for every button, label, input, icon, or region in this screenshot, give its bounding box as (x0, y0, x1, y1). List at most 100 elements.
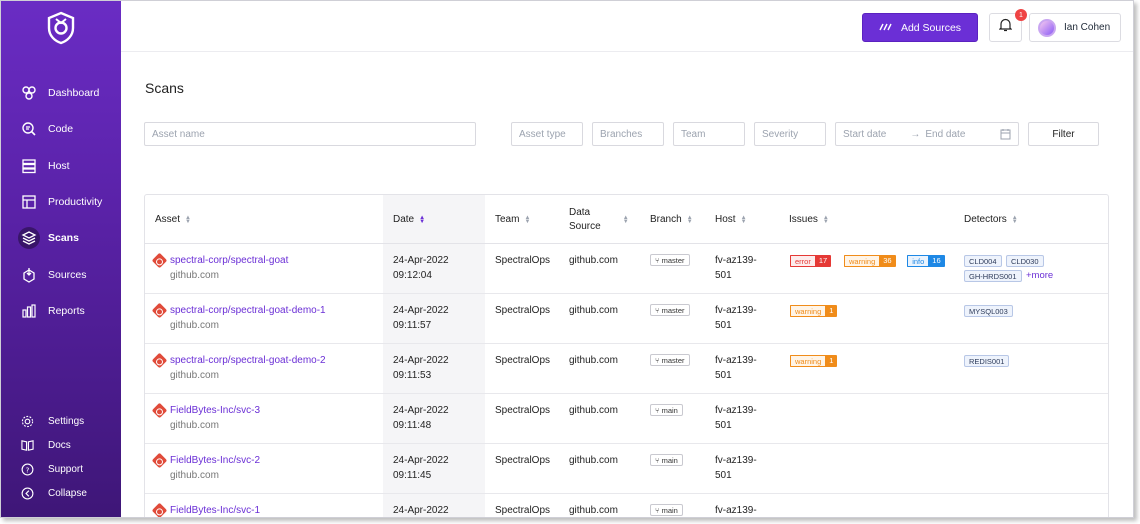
scan-date: 24-Apr-2022 (393, 405, 449, 416)
avatar (1038, 18, 1056, 37)
asset-source: github.com (170, 370, 219, 381)
detector-tag[interactable]: GH-HRDS001 (964, 270, 1022, 282)
detector-tag[interactable]: CLD004 (964, 255, 1002, 267)
sidebar-item-scans[interactable]: Scans (1, 220, 121, 256)
issue-count: 1 (825, 305, 838, 317)
asset-link[interactable]: FieldBytes-Inc/svc-1 (151, 502, 261, 517)
issue-count: 1 (825, 355, 838, 367)
issue-badge-info[interactable]: info 16 (907, 255, 945, 267)
header-host[interactable]: Host ▲ ▼ (715, 195, 747, 244)
branch-tag: ⑂ master (650, 354, 690, 366)
end-date-placeholder: End date (925, 128, 966, 140)
asset-name-input[interactable]: Asset name (144, 122, 476, 146)
header-detectors[interactable]: Detectors ▲ ▼ (964, 195, 1018, 244)
page-title: Scans (145, 80, 184, 96)
sidebar-item-reports[interactable]: Reports (1, 293, 121, 329)
detector-tag[interactable]: CLD030 (1006, 255, 1044, 267)
sidebar-bottom-nav: Settings Docs ? Support Collapse (1, 409, 121, 505)
asset-link[interactable]: FieldBytes-Inc/svc-2 (151, 452, 260, 469)
logo-icon[interactable] (45, 11, 77, 45)
gear-icon (20, 414, 34, 428)
branch-name: main (661, 456, 678, 465)
header-data-source[interactable]: Data Source ▲ ▼ (569, 195, 629, 244)
filter-button[interactable]: Filter (1028, 122, 1099, 146)
issue-badge-warning[interactable]: warning 1 (790, 355, 838, 367)
user-menu[interactable]: Ian Cohen (1029, 13, 1121, 42)
sources-icon (20, 266, 38, 284)
asset-source: github.com (170, 270, 219, 281)
table-row[interactable]: spectral-corp/spectral-goat-demo-1 github… (145, 294, 1108, 344)
add-sources-label: Add Sources (900, 21, 962, 34)
more-detectors-link[interactable]: +more (1026, 270, 1053, 281)
book-icon (20, 438, 34, 452)
issue-badge-warning[interactable]: warning 1 (790, 305, 838, 317)
header-host-label: Host (715, 213, 736, 225)
header-asset-label: Asset (155, 213, 181, 225)
data-source: github.com (569, 505, 618, 516)
severity-select[interactable]: Severity (754, 122, 826, 146)
issue-badge-warning[interactable]: warning 36 (844, 255, 896, 267)
start-date-placeholder: Start date (843, 128, 887, 140)
host-suffix: 501 (715, 320, 732, 331)
sidebar-item-settings[interactable]: Settings (1, 409, 121, 433)
sidebar-item-sources[interactable]: Sources (1, 256, 121, 292)
sidebar-item-label: Support (48, 463, 84, 475)
sidebar-item-support[interactable]: ? Support (1, 457, 121, 481)
asset-link[interactable]: FieldBytes-Inc/svc-3 (151, 402, 261, 419)
sidebar-item-docs[interactable]: Docs (1, 433, 121, 457)
date-range-picker[interactable]: Start date → End date (835, 122, 1019, 146)
branch-name: main (661, 406, 678, 415)
table-row[interactable]: FieldBytes-Inc/svc-2 github.com 24-Apr-202… (145, 444, 1108, 494)
add-sources-button[interactable]: Add Sources (862, 13, 978, 42)
header-date-label: Date (393, 213, 415, 225)
sidebar-item-collapse[interactable]: Collapse (1, 481, 121, 505)
header-issues[interactable]: Issues ▲ ▼ (789, 195, 829, 244)
header-date[interactable]: Date ▲ ▼ (393, 195, 425, 244)
branches-select[interactable]: Branches (592, 122, 664, 146)
collapse-icon (20, 486, 34, 500)
host-name: fv-az139- (715, 505, 757, 516)
sort-icon: ▲ ▼ (419, 214, 426, 225)
issue-label: error (790, 255, 815, 267)
help-icon: ? (20, 462, 34, 476)
asset-link[interactable]: spectral-corp/spectral-goat-demo-1 (151, 302, 326, 319)
arrow-right-icon: → (910, 128, 921, 140)
host-name: fv-az139- (715, 455, 757, 466)
header-branch[interactable]: Branch ▲ ▼ (650, 195, 693, 244)
asset-type-select[interactable]: Asset type (511, 122, 583, 146)
code-icon (20, 120, 38, 138)
sidebar-item-productivity[interactable]: Productivity (1, 184, 121, 220)
header-asset[interactable]: Asset ▲ ▼ (155, 195, 191, 244)
table-row[interactable]: FieldBytes-Inc/svc-3 github.com 24-Apr-202… (145, 394, 1108, 444)
header-data-source-line1: Data (569, 206, 591, 218)
notifications-button[interactable]: 1 (989, 9, 1027, 42)
calendar-icon (1000, 128, 1011, 143)
detector-tag[interactable]: MYSQL003 (964, 305, 1013, 317)
reports-icon (20, 302, 38, 320)
asset-link[interactable]: spectral-corp/spectral-goat-demo-2 (151, 352, 326, 369)
table-row[interactable]: spectral-corp/spectral-goat github.com 24-… (145, 244, 1108, 294)
asset-name: FieldBytes-Inc/svc-3 (170, 405, 261, 416)
branch-icon: ⑂ (655, 456, 662, 465)
scan-time: 09:11:45 (393, 470, 432, 481)
issue-count: 36 (879, 255, 896, 267)
team-name: SpectralOps (495, 405, 551, 416)
branch-icon: ⑂ (655, 306, 662, 315)
team-name: SpectralOps (495, 305, 551, 316)
detector-tag[interactable]: REDIS001 (964, 355, 1010, 367)
host-name: fv-az139- (715, 405, 757, 416)
sidebar-item-host[interactable]: Host (1, 148, 121, 184)
issue-badge-error[interactable]: error 17 (790, 255, 832, 267)
table-row[interactable]: FieldBytes-Inc/svc-1 24-Apr-2022 SpectralO… (145, 494, 1108, 517)
team-select[interactable]: Team (673, 122, 745, 146)
sidebar-item-dashboard[interactable]: Dashboard (1, 75, 121, 111)
asset-name: FieldBytes-Inc/svc-1 (170, 505, 261, 516)
scan-time: 09:11:53 (393, 370, 432, 381)
host-icon (20, 157, 38, 175)
sidebar-item-code[interactable]: Code (1, 111, 121, 147)
asset-link[interactable]: spectral-corp/spectral-goat (151, 252, 288, 269)
header-team[interactable]: Team ▲ ▼ (495, 195, 530, 244)
table-row[interactable]: spectral-corp/spectral-goat-demo-2 github… (145, 344, 1108, 394)
branch-name: master (661, 306, 685, 315)
data-source: github.com (569, 305, 618, 316)
